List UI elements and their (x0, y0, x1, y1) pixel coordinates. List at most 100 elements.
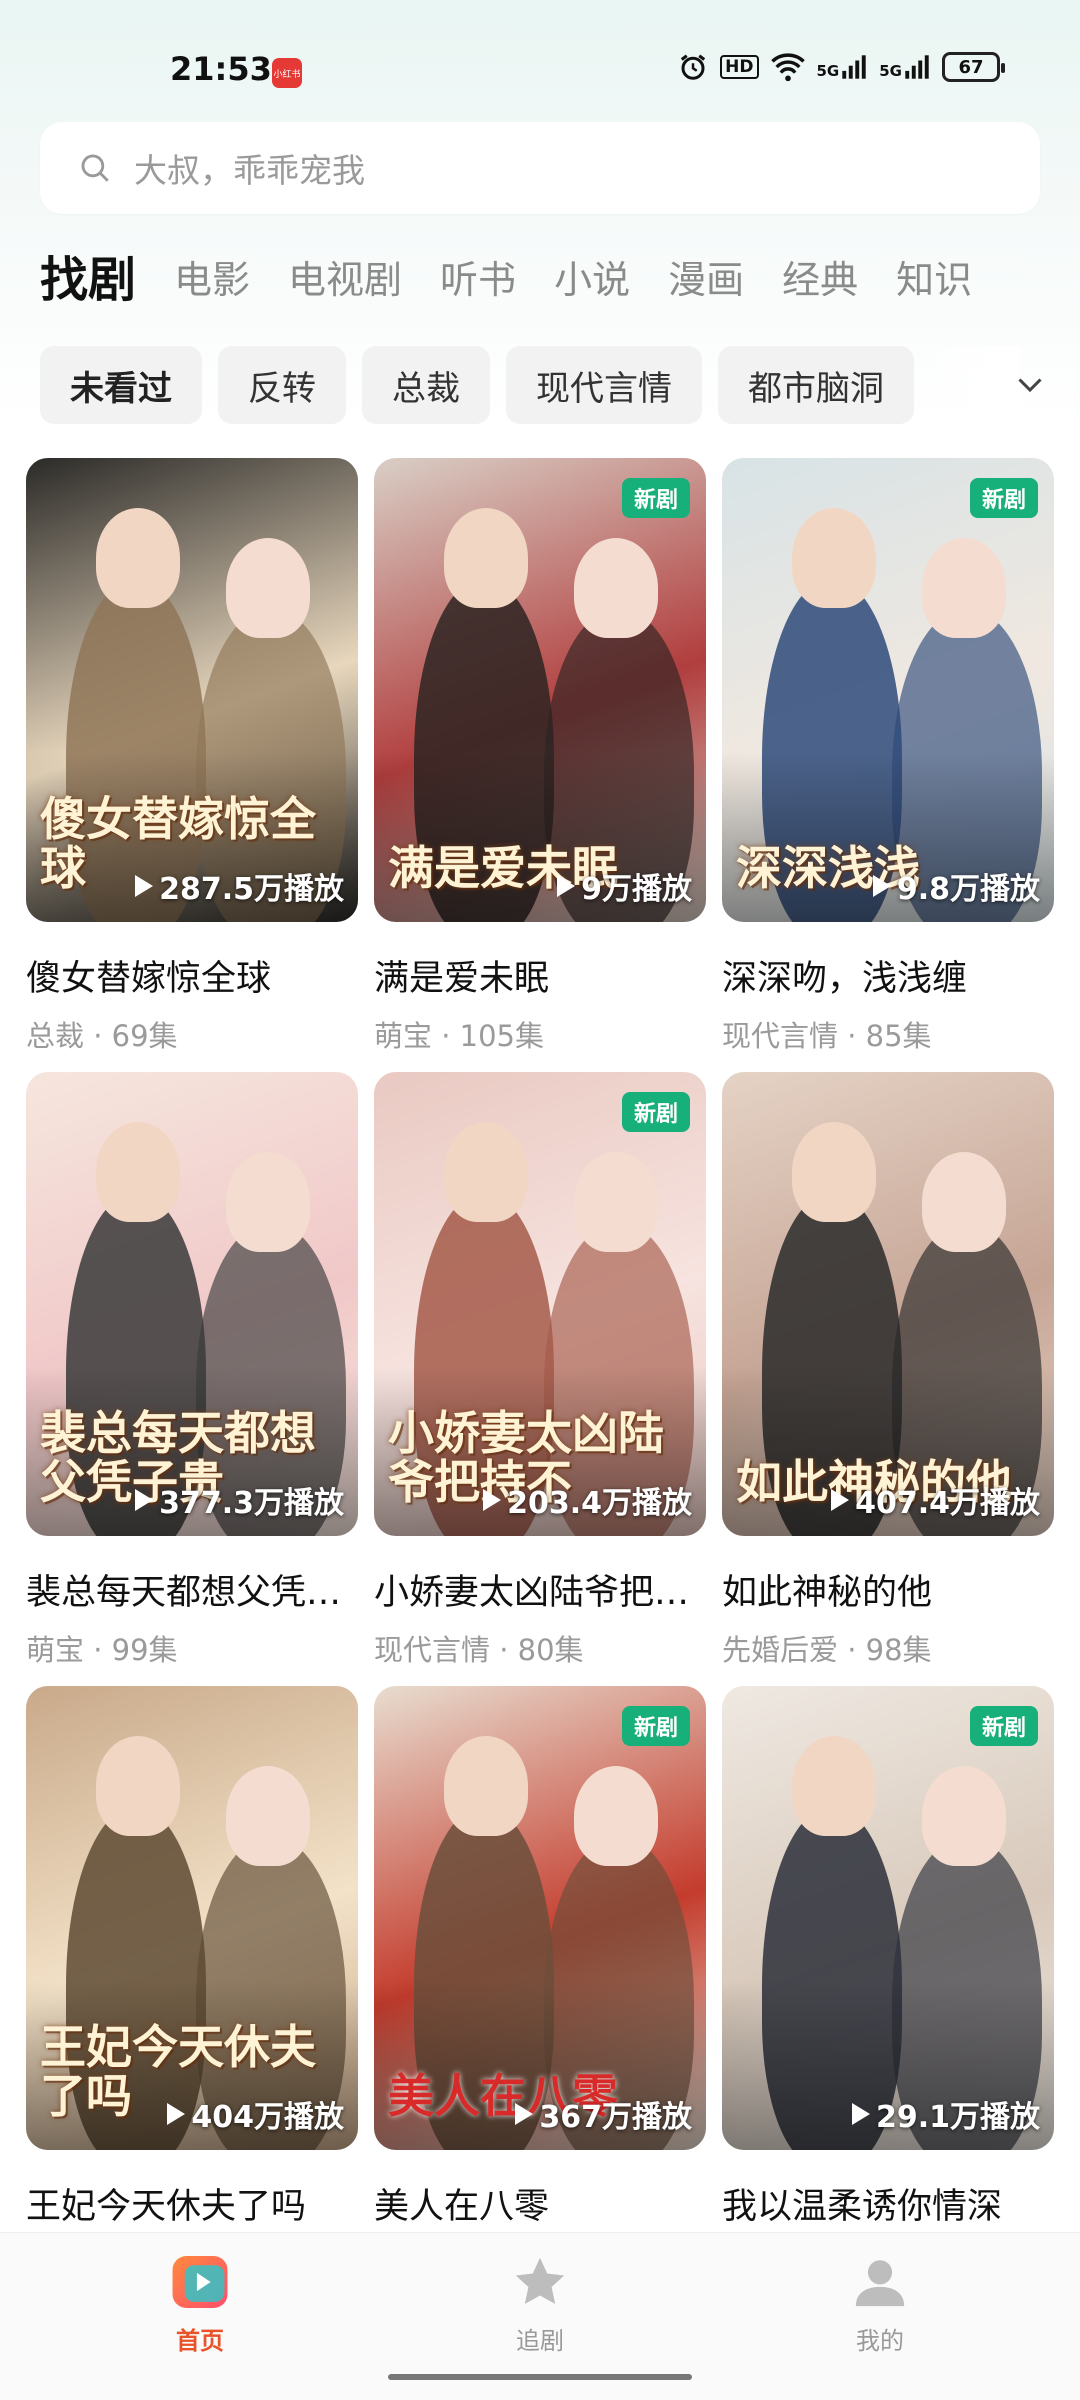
chip-unwatched[interactable]: 未看过 (40, 346, 202, 424)
home-indicator (388, 2374, 692, 2380)
wifi-icon (770, 53, 805, 82)
poster-face (226, 1152, 310, 1252)
poster-face (96, 508, 180, 608)
tab-comic[interactable]: 漫画 (668, 245, 744, 315)
drama-card[interactable]: 如此神秘的他 407.4万播放 如此神秘的他 先婚后爱 · 98集 (722, 1072, 1054, 1669)
nav-follow[interactable]: 追剧 (460, 2253, 620, 2356)
nav-home-label: 首页 (176, 2327, 224, 2355)
drama-title[interactable]: 小娇妻太凶陆爷把持不住 (374, 1564, 706, 1615)
status-time: 21:53 (170, 50, 272, 88)
play-count-text: 407.4万播放 (855, 1486, 1040, 1521)
play-icon (167, 2103, 186, 2125)
chip-modern-romance[interactable]: 现代言情 (506, 346, 702, 424)
poster-face (574, 538, 658, 638)
tab-find-drama[interactable]: 找剧 (33, 245, 136, 315)
drama-poster[interactable]: 深深浅浅 新剧 9.8万播放 (722, 458, 1054, 922)
play-icon (515, 2103, 534, 2125)
drama-poster[interactable]: 小娇妻太凶陆爷把持不 新剧 203.4万播放 (374, 1072, 706, 1536)
chip-urban-fantasy[interactable]: 都市脑洞 (718, 346, 914, 424)
play-count: 404万播放 (167, 2092, 344, 2136)
play-count-text: 377.3万播放 (159, 1486, 344, 1521)
drama-title[interactable]: 傻女替嫁惊全球 (26, 950, 358, 1001)
play-count: 29.1万播放 (851, 2092, 1040, 2136)
drama-title[interactable]: 美人在八零 (374, 2178, 706, 2229)
play-count: 9万播放 (557, 864, 692, 908)
drama-card[interactable]: 裴总每天都想父凭子贵 377.3万播放裴总每天都想父凭子贵萌宝 · 99集 (26, 1072, 358, 1669)
drama-poster[interactable]: 美人在八零 新剧 367万播放 (374, 1686, 706, 2150)
drama-title[interactable]: 如此神秘的他 (722, 1564, 1054, 1615)
chips-fade (920, 346, 1020, 424)
play-icon (851, 2103, 870, 2125)
notification-app-icon: 小红书 (272, 58, 302, 88)
tab-tv-series[interactable]: 电视剧 (288, 245, 402, 315)
play-count-text: 367万播放 (539, 2100, 692, 2135)
play-count: 407.4万播放 (831, 1478, 1040, 1522)
play-count: 9.8万播放 (872, 864, 1040, 908)
play-icon (557, 875, 576, 897)
drama-title[interactable]: 我以温柔诱你情深 (722, 2178, 1054, 2229)
search-icon (81, 154, 109, 182)
poster-face (226, 538, 310, 638)
play-count: 287.5万播放 (135, 864, 344, 908)
chip-twist[interactable]: 反转 (218, 346, 346, 424)
filter-chips: 未看过 反转 总裁 现代言情 都市脑洞 (40, 346, 1020, 424)
poster-face (444, 508, 528, 608)
nav-profile[interactable]: 我的 (800, 2253, 960, 2356)
play-count-text: 287.5万播放 (159, 872, 344, 907)
poster-face (444, 1122, 528, 1222)
drama-title[interactable]: 满是爱未眠 (374, 950, 706, 1001)
home-play-icon (172, 2256, 228, 2308)
play-icon (872, 875, 891, 897)
tab-knowledge[interactable]: 知识 (896, 245, 972, 315)
poster-face (792, 508, 876, 608)
drama-card[interactable]: 新剧 29.1万播放我以温柔诱你情深 (722, 1686, 1054, 2229)
drama-title[interactable]: 王妃今天休夫了吗 (26, 2178, 358, 2229)
tab-movie[interactable]: 电影 (174, 245, 250, 315)
drama-card[interactable]: 小娇妻太凶陆爷把持不新剧203.4万播放小娇妻太凶陆爷把持不住现代言情 · 80… (374, 1072, 706, 1669)
user-icon (855, 2260, 905, 2307)
alarm-icon (681, 54, 706, 80)
chevron-down-icon[interactable] (1012, 366, 1048, 402)
poster-face (922, 538, 1006, 638)
category-tabs: 找剧 电影 电视剧 听书 小说 漫画 经典 知识 (33, 245, 1010, 315)
drama-card[interactable]: 满是爱未眠 新剧 9万播放 满是爱未眠 萌宝 · 105集 (374, 458, 706, 1055)
new-badge: 新剧 (621, 1092, 690, 1132)
tab-classic[interactable]: 经典 (782, 245, 858, 315)
drama-card[interactable]: 王妃今天休夫了吗 404万播放王妃今天休夫了吗 (26, 1686, 358, 2229)
drama-poster[interactable]: 满是爱未眠 新剧 9万播放 (374, 458, 706, 922)
signal-5g-icon: 5G (817, 54, 868, 80)
drama-card[interactable]: 深深浅浅 新剧 9.8万播放 深深吻，浅浅缠 现代言情 · 85集 (722, 458, 1054, 1055)
drama-poster[interactable]: 傻女替嫁惊全球 287.5万播放 (26, 458, 358, 922)
signal-5g-icon-2: 5G (879, 54, 930, 80)
drama-poster[interactable]: 裴总每天都想父凭子贵 377.3万播放 (26, 1072, 358, 1536)
star-icon (515, 2257, 565, 2304)
drama-poster[interactable]: 王妃今天休夫了吗 404万播放 (26, 1686, 358, 2150)
status-icons: HD 5G 5G 67 (678, 52, 1005, 82)
drama-title[interactable]: 裴总每天都想父凭子贵 (26, 1564, 358, 1615)
tab-audiobook[interactable]: 听书 (440, 245, 516, 315)
nav-home[interactable]: 首页 (120, 2253, 280, 2356)
search-placeholder: 大叔，乖乖宠我 (134, 151, 365, 190)
play-count: 377.3万播放 (135, 1478, 344, 1522)
new-badge: 新剧 (621, 478, 690, 518)
battery-icon: 67 (942, 52, 1005, 82)
drama-card[interactable]: 傻女替嫁惊全球 287.5万播放傻女替嫁惊全球总裁 · 69集 (26, 458, 358, 1055)
play-count-text: 404万播放 (191, 2100, 344, 2135)
play-count: 367万播放 (515, 2092, 692, 2136)
nav-follow-label: 追剧 (516, 2327, 564, 2355)
drama-meta: 萌宝 · 99集 (26, 1633, 178, 1667)
drama-card[interactable]: 美人在八零 新剧 367万播放 美人在八零 (374, 1686, 706, 2229)
hd-icon: HD (720, 55, 759, 79)
play-icon (135, 1489, 154, 1511)
drama-meta: 现代言情 · 80集 (374, 1633, 584, 1667)
new-badge: 新剧 (621, 1706, 690, 1746)
tab-novel[interactable]: 小说 (554, 245, 630, 315)
play-icon (831, 1489, 850, 1511)
drama-poster[interactable]: 新剧 29.1万播放 (722, 1686, 1054, 2150)
poster-face (96, 1122, 180, 1222)
drama-meta: 总裁 · 69集 (26, 1019, 178, 1053)
chip-ceo[interactable]: 总裁 (362, 346, 490, 424)
drama-title[interactable]: 深深吻，浅浅缠 (722, 950, 1054, 1001)
drama-poster[interactable]: 如此神秘的他 407.4万播放 (722, 1072, 1054, 1536)
search-input[interactable]: 大叔，乖乖宠我 (40, 122, 1040, 214)
